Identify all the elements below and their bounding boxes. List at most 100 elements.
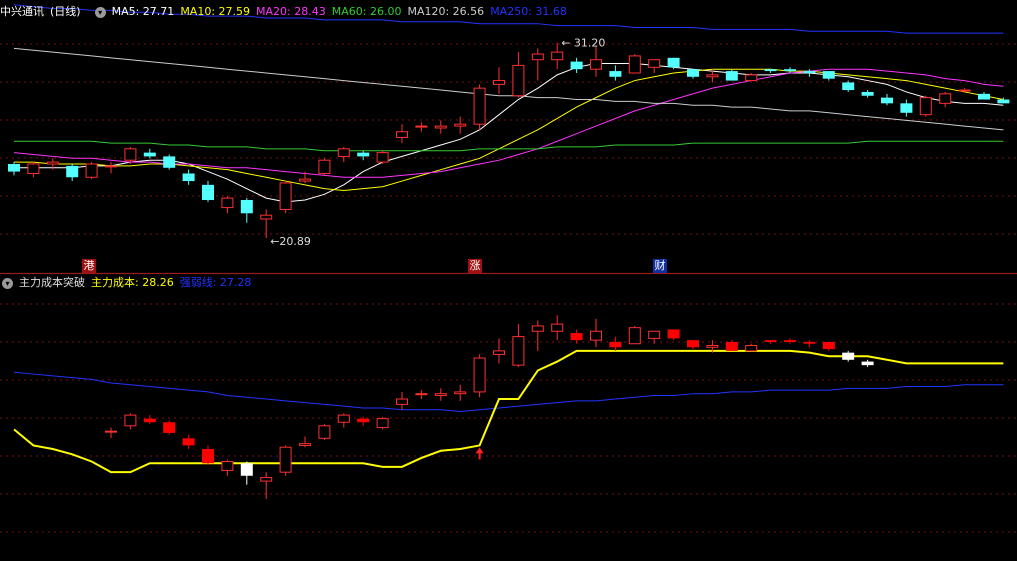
event-tag-finance[interactable]: 财 — [653, 259, 667, 273]
breakout-arrow-icon — [475, 447, 484, 460]
candle-down — [163, 156, 176, 168]
candle-up — [551, 51, 564, 61]
indicator-candle-down — [822, 341, 835, 350]
indicator-candle-down — [803, 341, 816, 344]
indicator-candle-down — [357, 418, 370, 423]
indicator-candle-down — [687, 340, 699, 348]
indicator-candle-up — [493, 350, 505, 355]
candle-up — [939, 93, 952, 104]
candle-up — [434, 125, 447, 129]
ma-line-ma10 — [14, 68, 1004, 192]
indicator-candle-down — [764, 340, 777, 342]
candle-down — [609, 71, 622, 77]
ma-line-ma120 — [13, 47, 1004, 131]
indicator-legend: ▾ 主力成本突破 主力成本: 28.26 强弱线: 27.28 — [0, 275, 263, 291]
indicator-candle-up — [531, 325, 544, 332]
indicator-candle-down — [784, 340, 796, 342]
ma-line-ma20 — [13, 68, 1004, 178]
candle-up — [648, 59, 661, 68]
event-tag-hk[interactable]: 港 — [82, 259, 96, 273]
candle-up — [105, 165, 117, 168]
candle-down — [143, 152, 156, 157]
candle-up — [473, 87, 486, 125]
indicator-legend-1: 强弱线: 27.28 — [179, 276, 252, 289]
indicator-candle-up — [745, 345, 758, 352]
indicator-candle-down — [163, 422, 176, 433]
collapse-icon[interactable]: ▾ — [94, 6, 106, 18]
candle-up — [221, 197, 234, 209]
ma-legend-3: MA60: 26.00 — [331, 5, 402, 18]
indicator-candle-down — [570, 333, 583, 341]
candle-up — [279, 182, 292, 210]
stock-name: 中兴通讯 (日线) — [0, 5, 81, 18]
low-price-label: ←20.89 — [270, 235, 311, 248]
candle-down — [202, 184, 214, 201]
indicator-candle-down — [861, 361, 874, 366]
candle-down — [725, 71, 738, 81]
indicator-candle-down — [240, 463, 253, 476]
indicator-candle-down — [667, 329, 680, 339]
candle-up — [531, 53, 544, 61]
candle-up — [454, 123, 467, 127]
candle-up — [512, 64, 525, 97]
ma-legend-1: MA10: 27.59 — [180, 5, 251, 18]
indicator-legend-0: 主力成本: 28.26 — [91, 276, 174, 289]
indicator-candle-up — [105, 430, 117, 433]
candle-down — [8, 163, 20, 172]
indicator-candle-up — [628, 327, 641, 345]
indicator-candle-up — [318, 425, 331, 439]
indicator-title: 主力成本突破 — [19, 276, 85, 289]
candle-down — [881, 97, 893, 104]
candle-up — [376, 152, 389, 163]
candle-down — [66, 165, 79, 178]
indicator-candle-up — [454, 391, 467, 395]
candle-down — [822, 71, 835, 79]
event-tag-limit-up[interactable]: 涨 — [468, 259, 482, 273]
candle-down — [667, 57, 680, 68]
ma-legend-5: MA250: 31.68 — [490, 5, 567, 18]
candle-up — [919, 97, 932, 116]
candle-up — [318, 159, 331, 174]
candle-up — [706, 74, 719, 78]
candle-up — [124, 148, 137, 161]
candle-down — [687, 69, 699, 77]
indicator-candle-up — [299, 443, 311, 446]
indicator-candle-down — [182, 438, 195, 446]
indicator-candle-up — [221, 460, 234, 471]
ma-legend-4: MA120: 26.56 — [407, 5, 485, 18]
indicator-candle-up — [473, 357, 486, 393]
indicator-candle-down — [725, 341, 738, 351]
indicator-candle-up — [337, 414, 350, 423]
candle-down — [842, 82, 855, 91]
indicator-candle-up — [590, 330, 602, 341]
collapse-icon[interactable]: ▾ — [2, 277, 13, 289]
candle-down — [570, 61, 583, 70]
ma-line-ma60 — [14, 140, 1004, 152]
indicator-candle-down — [842, 352, 855, 360]
candle-down — [900, 103, 913, 113]
candle-up — [745, 74, 758, 82]
indicator-candle-up — [124, 414, 137, 427]
strength-line — [13, 371, 1004, 413]
candle-up — [299, 178, 311, 182]
indicator-candle-up — [376, 418, 389, 429]
indicator-candle-up — [648, 330, 661, 339]
candle-down — [357, 152, 370, 157]
candle-up — [493, 80, 505, 85]
candle-up — [396, 131, 408, 138]
candle-down — [764, 69, 777, 72]
ma-legend-0: MA5: 27.71 — [111, 5, 175, 18]
indicator-candle-down — [609, 341, 622, 348]
candle-down — [182, 173, 195, 182]
candle-down — [803, 71, 816, 73]
candle-up — [260, 214, 273, 220]
indicator-candle-up — [396, 398, 408, 405]
candle-up — [590, 59, 602, 70]
high-price-label: ← 31.20 — [561, 37, 605, 50]
candle-up — [27, 163, 40, 174]
candle-down — [861, 91, 874, 96]
candle-up — [85, 163, 98, 178]
candle-up — [46, 161, 59, 165]
indicator-candle-up — [260, 477, 273, 482]
candle-down — [978, 93, 990, 100]
